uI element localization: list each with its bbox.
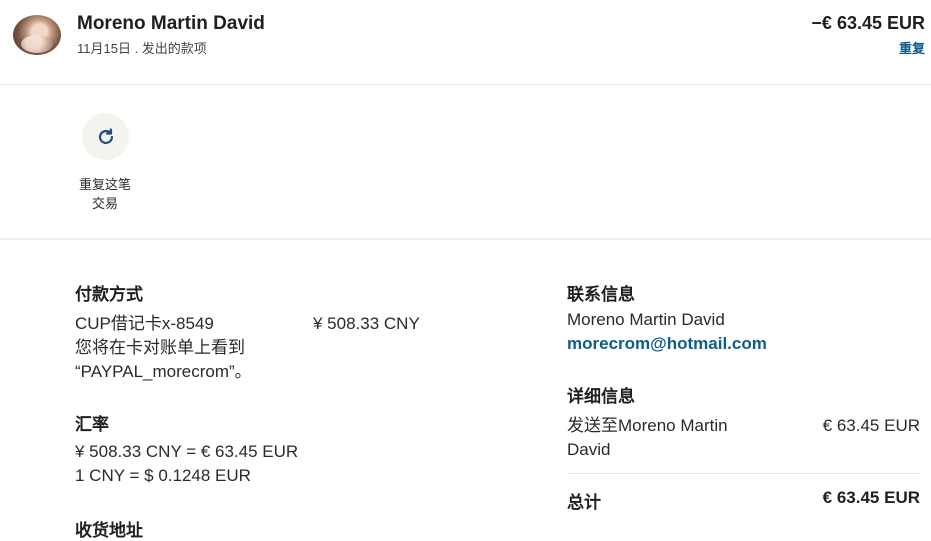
sent-to-line1: 发送至Moreno Martin: [567, 416, 728, 435]
details-title: 详细信息: [567, 387, 635, 406]
payment-note-line1: 您将在卡对账单上看到: [75, 338, 245, 357]
total-label: 总计: [567, 493, 601, 512]
payment-amount: ¥ 508.33 CNY: [313, 314, 420, 333]
avatar: [13, 15, 61, 55]
payment-note-line2: “PAYPAL_morecrom”。: [75, 362, 252, 381]
transaction-amount: −€ 63.45 EUR: [811, 13, 925, 33]
refresh-icon: [98, 127, 113, 144]
repeat-transaction-label[interactable]: 重复这笔 交易: [65, 175, 145, 213]
transaction-subtitle: 11月15日 . 发出的款项: [77, 41, 207, 56]
exchange-rate-title: 汇率: [75, 415, 109, 434]
exchange-rate-line1: ¥ 508.33 CNY = € 63.45 EUR: [75, 442, 299, 461]
repeat-label-line2: 交易: [91, 196, 118, 211]
repeat-link[interactable]: 重复: [899, 38, 925, 57]
contact-email-link[interactable]: morecrom@hotmail.com: [567, 334, 767, 354]
contact-name: Moreno Martin David: [567, 310, 725, 329]
contact-info-title: 联系信息: [567, 285, 635, 304]
transaction-header: Moreno Martin David 11月15日 . 发出的款项 −€ 63…: [0, 0, 931, 85]
payee-name: Moreno Martin David: [77, 13, 265, 34]
actions-section: 重复这笔 交易: [0, 85, 931, 240]
shipping-address-title: 收货地址: [75, 521, 143, 540]
payment-method-title: 付款方式: [75, 285, 143, 304]
details-divider: [567, 473, 920, 474]
exchange-rate-line2: 1 CNY = $ 0.1248 EUR: [75, 466, 251, 485]
sent-to-line2: David: [567, 440, 611, 459]
repeat-transaction-button[interactable]: [82, 113, 129, 160]
repeat-label-line1: 重复这笔: [78, 177, 131, 192]
payment-card: CUP借记卡x-8549: [75, 314, 214, 333]
total-amount: € 63.45 EUR: [822, 488, 920, 507]
sent-amount: € 63.45 EUR: [822, 416, 920, 435]
